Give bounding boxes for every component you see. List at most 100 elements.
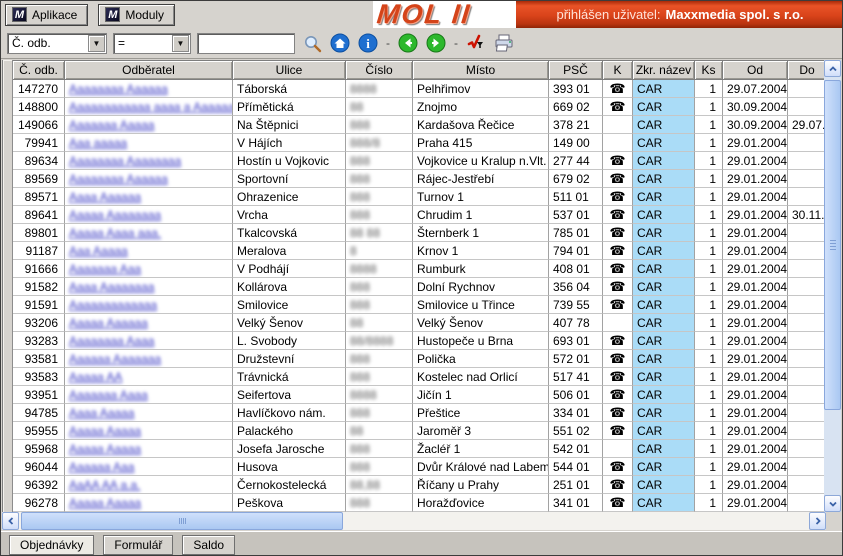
table-row[interactable]: 96392 AaAA AA a.a. Černokostelecká 88,88… [13, 476, 827, 494]
table-row[interactable]: 147270 Aaaaaaaa Aaaaaa Táborská 8888 Pel… [13, 80, 827, 98]
row-selector-gutter[interactable] [3, 60, 13, 512]
cell-odberatel[interactable]: Aaaaa AA [65, 368, 233, 386]
customer-link[interactable]: Aaaaa AA [69, 370, 122, 384]
column-header-zkr-nazev[interactable]: Zkr. název [633, 60, 695, 80]
table-row[interactable]: 89634 Aaaaaaaa Aaaaaaaa Hostín u Vojkovi… [13, 152, 827, 170]
table-row[interactable]: 93283 Aaaaaaaa Aaaa L. Svobody 88/8888 H… [13, 332, 827, 350]
table-row[interactable]: 91666 Aaaaaaa Aaa V Podhájí 8888 Rumburk… [13, 260, 827, 278]
operator-combobox[interactable]: = ▼ [113, 33, 191, 54]
column-header-c-odb[interactable]: Č. odb. [13, 60, 65, 80]
table-row[interactable]: 149066 Aaaaaaa Aaaaa Na Štěpnici 888 Kar… [13, 116, 827, 134]
customer-link[interactable]: Aaaaaaa Aaaaa [69, 118, 154, 132]
search-input[interactable] [197, 33, 295, 54]
customer-link[interactable]: Aaaa Aaaaaa [69, 190, 141, 204]
customer-link[interactable]: Aaaa Aaaaa [69, 406, 134, 420]
customer-link[interactable]: Aaaaaaaa Aaaaaa [69, 82, 168, 96]
cell-odberatel[interactable]: Aaaa Aaaaaa [65, 188, 233, 206]
table-row[interactable]: 89571 Aaaa Aaaaaa Ohrazenice 888 Turnov … [13, 188, 827, 206]
table-row[interactable]: 93206 Aaaaa Aaaaaa Velký Šenov 88 Velký … [13, 314, 827, 332]
cell-odberatel[interactable]: AaAA AA a.a. [65, 476, 233, 494]
forward-icon[interactable] [425, 32, 447, 54]
table-row[interactable]: 91187 Aaa Aaaaa Meralova 8 Krnov 1 794 0… [13, 242, 827, 260]
scroll-left-button[interactable] [2, 512, 19, 530]
vertical-scrollbar[interactable] [824, 60, 841, 512]
customer-link[interactable]: Aaaaa Aaaaaaaa [69, 208, 161, 222]
customer-link[interactable]: Aaaaaaaa Aaaa [69, 334, 154, 348]
cell-odberatel[interactable]: Aaaaa Aaaaa [65, 494, 233, 512]
customer-link[interactable]: Aaaaaaaa Aaaaaaaa [69, 154, 181, 168]
column-header-odberatel[interactable]: Odběratel [65, 60, 233, 80]
horizontal-scrollbar[interactable] [2, 512, 826, 530]
table-row[interactable]: 91591 Aaaaaaaaaaaaa Smilovice 888 Smilov… [13, 296, 827, 314]
customer-link[interactable]: Aaaaaa Aaaaaaa [69, 352, 161, 366]
scroll-up-button[interactable] [824, 60, 841, 77]
table-row[interactable]: 89801 Aaaaa Aaaa aaa. Tkalcovská 88 88 Š… [13, 224, 827, 242]
table-row[interactable]: 89641 Aaaaa Aaaaaaaa Vrcha 888 Chrudim 1… [13, 206, 827, 224]
cell-odberatel[interactable]: Aaaaaaa Aaaa [65, 386, 233, 404]
cell-odberatel[interactable]: Aaaaa Aaaaaaaa [65, 206, 233, 224]
home-icon[interactable] [329, 32, 351, 54]
search-icon[interactable] [301, 32, 323, 54]
cell-odberatel[interactable]: Aaa Aaaaa [65, 242, 233, 260]
back-icon[interactable] [397, 32, 419, 54]
column-header-k[interactable]: K [603, 60, 633, 80]
table-row[interactable]: 94785 Aaaa Aaaaa Havlíčkovo nám. 888 Pře… [13, 404, 827, 422]
tab-saldo[interactable]: Saldo [182, 535, 235, 555]
customer-link[interactable]: Aaaaaaa Aaa [69, 262, 141, 276]
table-row[interactable]: 93951 Aaaaaaa Aaaa Seifertova 8888 Jičín… [13, 386, 827, 404]
field-combobox[interactable]: Č. odb. ▼ [7, 33, 107, 54]
tab-formular[interactable]: Formulář [103, 535, 173, 555]
customer-link[interactable]: Aaaaaa Aaa [69, 460, 134, 474]
customer-link[interactable]: AaAA AA a.a. [69, 478, 140, 492]
cell-odberatel[interactable]: Aaaaaaaa Aaaaaaaa [65, 152, 233, 170]
customer-link[interactable]: Aaaa Aaaaaaaa [69, 280, 154, 294]
table-row[interactable]: 96044 Aaaaaa Aaa Husova 888 Dvůr Králové… [13, 458, 827, 476]
cell-odberatel[interactable]: Aaaaaaaa Aaaa [65, 332, 233, 350]
info-icon[interactable]: i [357, 32, 379, 54]
cell-odberatel[interactable]: Aaaaaa Aaaaaaa [65, 350, 233, 368]
horizontal-scroll-thumb[interactable] [21, 512, 343, 530]
table-row[interactable]: 79941 Aaa aaaaa V Hájích 888/8 Praha 415… [13, 134, 827, 152]
customer-link[interactable]: Aaaaa Aaaaa [69, 496, 141, 510]
column-header-psc[interactable]: PSČ [549, 60, 603, 80]
cell-odberatel[interactable]: Aaaaaa Aaa [65, 458, 233, 476]
column-header-ks[interactable]: Ks [695, 60, 723, 80]
table-row[interactable]: 89569 Aaaaaaaa Aaaaaa Sportovní 888 Ráje… [13, 170, 827, 188]
customer-link[interactable]: Aaaaa Aaaa aaa. [69, 226, 161, 240]
table-row[interactable]: 95968 Aaaaa Aaaaa Josefa Jarosche 888 Ža… [13, 440, 827, 458]
column-header-do[interactable]: Do [788, 60, 827, 80]
chevron-down-icon[interactable]: ▼ [172, 35, 189, 52]
cell-odberatel[interactable]: Aaaaaaa Aaaaa [65, 116, 233, 134]
cell-odberatel[interactable]: Aaaa Aaaaa [65, 404, 233, 422]
customer-link[interactable]: Aaa Aaaaa [69, 244, 128, 258]
aplikace-button[interactable]: M Aplikace [5, 4, 88, 26]
table-row[interactable]: 148800 Aaaaaaaaaaaa aaaa a Aaaaaa Přímět… [13, 98, 827, 116]
tab-objednavky[interactable]: Objednávky [9, 535, 94, 555]
cell-odberatel[interactable]: Aaaaa Aaaaa [65, 440, 233, 458]
cell-odberatel[interactable]: Aaaaa Aaaa aaa. [65, 224, 233, 242]
cell-odberatel[interactable]: Aaaaaaaaaaaa aaaa a Aaaaaa [65, 98, 233, 116]
cell-odberatel[interactable]: Aaaaa Aaaaa [65, 422, 233, 440]
apply-filter-icon[interactable] [465, 32, 487, 54]
column-header-misto[interactable]: Místo [413, 60, 549, 80]
scroll-right-button[interactable] [809, 512, 826, 530]
customer-link[interactable]: Aaaaa Aaaaaa [69, 316, 148, 330]
print-icon[interactable] [493, 32, 515, 54]
customer-link[interactable]: Aaaaaaaaaaaa aaaa a Aaaaaa [69, 100, 233, 114]
cell-odberatel[interactable]: Aaaaaaaaaaaaa [65, 296, 233, 314]
column-header-od[interactable]: Od [723, 60, 788, 80]
customer-link[interactable]: Aaaaa Aaaaa [69, 424, 141, 438]
column-header-ulice[interactable]: Ulice [233, 60, 346, 80]
cell-odberatel[interactable]: Aaa aaaaa [65, 134, 233, 152]
table-row[interactable]: 93583 Aaaaa AA Trávnická 888 Kostelec na… [13, 368, 827, 386]
cell-odberatel[interactable]: Aaaa Aaaaaaaa [65, 278, 233, 296]
table-row[interactable]: 91582 Aaaa Aaaaaaaa Kollárova 888 Dolní … [13, 278, 827, 296]
vertical-scroll-thumb[interactable] [824, 80, 841, 410]
customer-link[interactable]: Aaaaaaa Aaaa [69, 388, 148, 402]
table-row[interactable]: 93581 Aaaaaa Aaaaaaa Družstevní 888 Poli… [13, 350, 827, 368]
table-row[interactable]: 96278 Aaaaa Aaaaa Peškova 888 Horažďovic… [13, 494, 827, 512]
customer-link[interactable]: Aaaaa Aaaaa [69, 442, 141, 456]
column-header-cislo[interactable]: Číslo [346, 60, 413, 80]
cell-odberatel[interactable]: Aaaaaaaa Aaaaaa [65, 170, 233, 188]
moduly-button[interactable]: M Moduly [98, 4, 175, 26]
